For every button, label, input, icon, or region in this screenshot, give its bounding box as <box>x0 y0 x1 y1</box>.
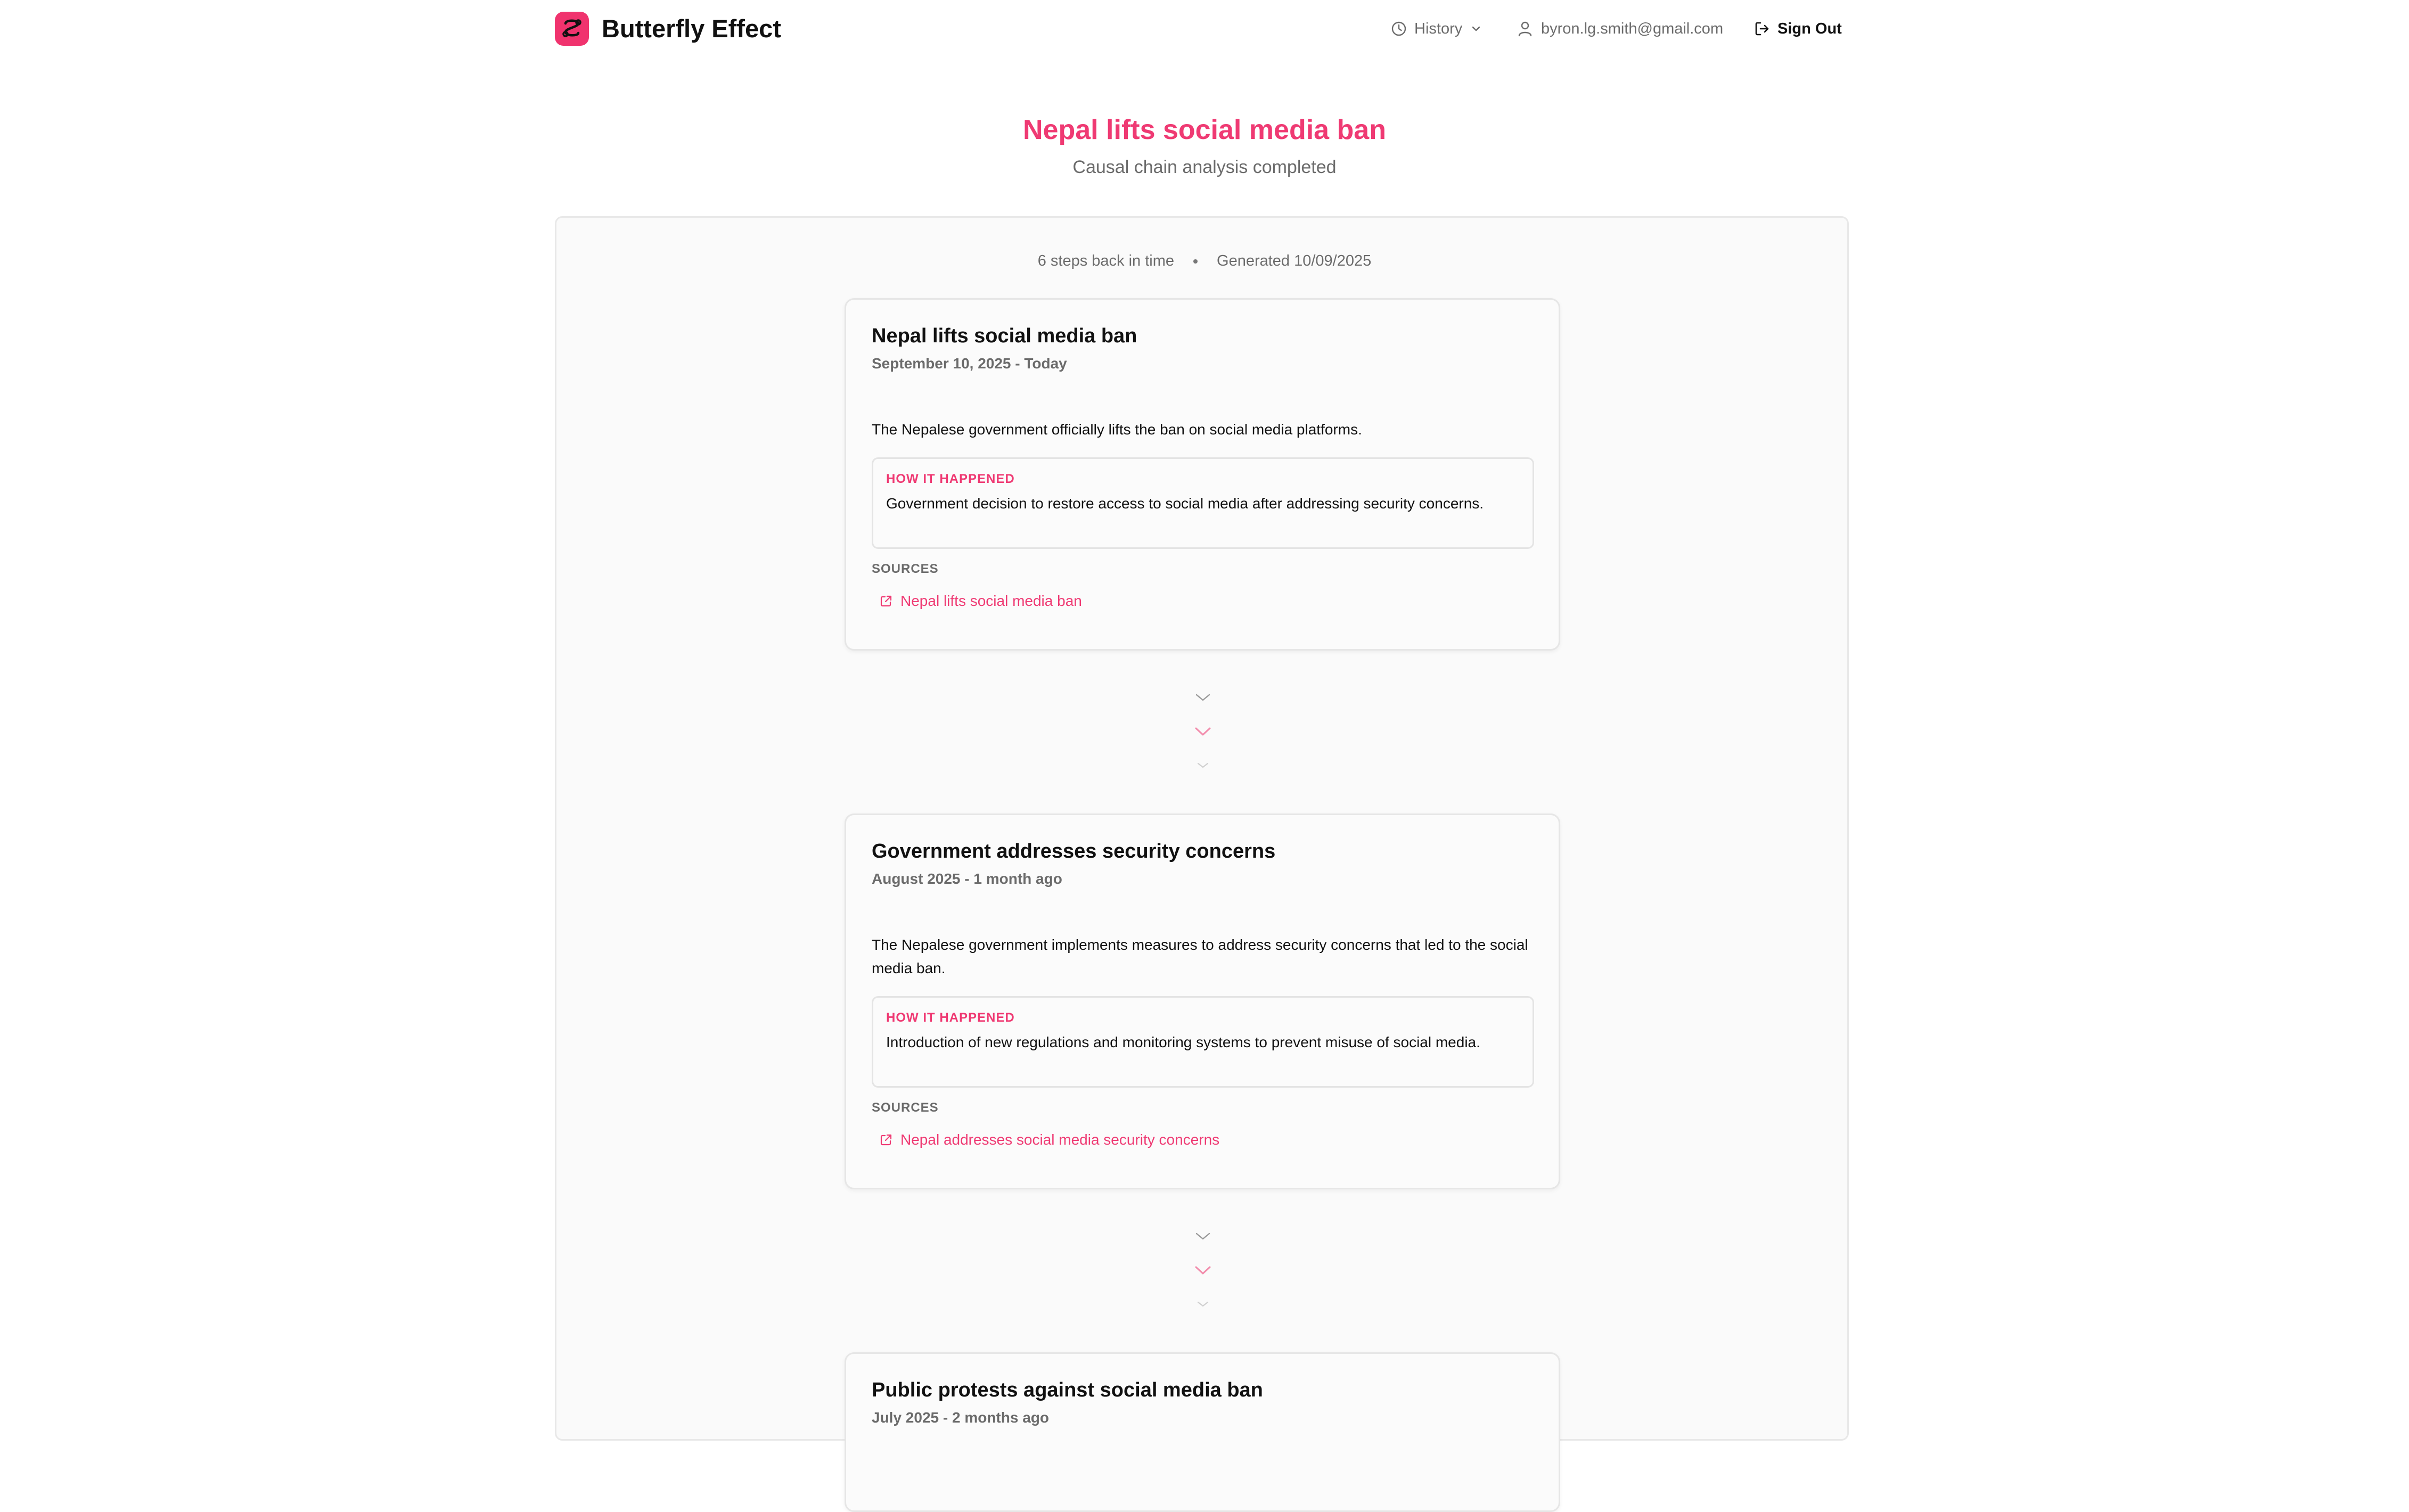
history-dropdown[interactable]: History <box>1391 17 1482 40</box>
event-description: The Nepalese government officially lifts… <box>872 421 1362 438</box>
sign-out-label: Sign Out <box>1777 20 1842 37</box>
event-card: Public protests against social media ban… <box>845 1352 1560 1512</box>
brand-name[interactable]: Butterfly Effect <box>602 13 781 44</box>
chevron-down-icon <box>1195 727 1211 736</box>
page-subtitle: Causal chain analysis completed <box>1072 157 1337 177</box>
how-it-happened-box: HOW IT HAPPENED Government decision to r… <box>872 457 1534 549</box>
page-title: Nepal lifts social media ban <box>1023 114 1386 145</box>
chevron-down-icon <box>1195 1232 1210 1240</box>
how-it-happened-text: Introduction of new regulations and moni… <box>886 1034 1480 1050</box>
sign-out-button[interactable]: Sign Out <box>1754 17 1842 40</box>
how-it-happened-label: HOW IT HAPPENED <box>886 1010 1015 1025</box>
generated-date: Generated 10/09/2025 <box>1217 252 1372 269</box>
chevron-down-icon <box>1197 762 1209 768</box>
how-it-happened-label: HOW IT HAPPENED <box>886 472 1015 486</box>
event-card: Government addresses security concerns A… <box>845 813 1560 1189</box>
how-it-happened-box: HOW IT HAPPENED Introduction of new regu… <box>872 996 1534 1088</box>
chain-meta: 6 steps back in time Generated 10/09/2025 <box>0 250 2409 272</box>
external-link-icon <box>880 595 892 607</box>
event-date: July 2025 - 2 months ago <box>872 1409 1049 1426</box>
how-it-happened-text: Government decision to restore access to… <box>886 495 1484 512</box>
user-icon <box>1518 21 1532 37</box>
steps-count: 6 steps back in time <box>1037 252 1175 269</box>
top-header: Butterfly Effect History byron.lg.smith@… <box>0 0 2409 59</box>
clock-icon <box>1391 21 1406 36</box>
page: Butterfly Effect History byron.lg.smith@… <box>0 0 2409 1512</box>
event-title: Public protests against social media ban <box>872 1379 1263 1401</box>
source-link[interactable]: Nepal lifts social media ban <box>879 593 1082 610</box>
event-date: August 2025 - 1 month ago <box>872 870 1062 887</box>
event-date: September 10, 2025 - Today <box>872 355 1067 372</box>
separator-dot <box>1193 259 1198 264</box>
external-link-icon <box>880 1134 892 1146</box>
butterfly-logo-icon[interactable] <box>555 12 589 46</box>
user-email: byron.lg.smith@gmail.com <box>1541 20 1724 37</box>
source-link-text: Nepal lifts social media ban <box>900 593 1082 609</box>
chevron-down-icon <box>1197 1301 1209 1307</box>
event-description: The Nepalese government implements measu… <box>872 936 1528 976</box>
event-title: Government addresses security concerns <box>872 840 1276 862</box>
source-link[interactable]: Nepal addresses social media security co… <box>879 1131 1219 1148</box>
user-account: byron.lg.smith@gmail.com <box>1518 17 1723 40</box>
chevron-down-icon <box>1472 26 1480 31</box>
event-card: Nepal lifts social media ban September 1… <box>845 298 1560 651</box>
sources-label: SOURCES <box>872 562 939 576</box>
chevron-down-icon <box>1195 694 1210 701</box>
sign-out-icon <box>1755 22 1769 36</box>
sources-label: SOURCES <box>872 1100 939 1115</box>
chevron-down-icon <box>1195 1266 1211 1275</box>
history-label: History <box>1414 20 1463 37</box>
event-title: Nepal lifts social media ban <box>872 325 1137 347</box>
source-link-text: Nepal addresses social media security co… <box>900 1131 1220 1148</box>
